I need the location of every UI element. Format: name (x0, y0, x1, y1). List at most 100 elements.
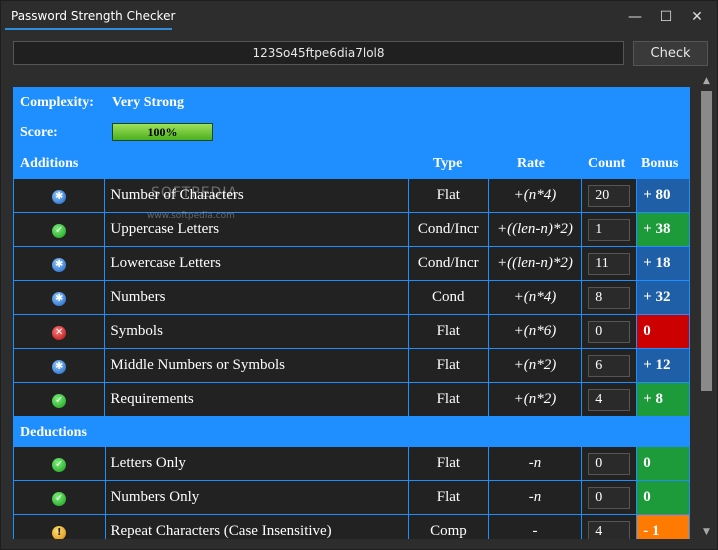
vertical-scrollbar[interactable]: ▲ ▼ (698, 73, 715, 541)
complexity-label: Complexity: (20, 95, 94, 110)
watermark-url: www.softpedia.com (147, 211, 235, 221)
scroll-up-icon[interactable]: ▲ (698, 73, 715, 90)
count-field[interactable]: 6 (588, 354, 631, 377)
additions-heading: Additions (20, 156, 79, 171)
bonus-value: 0 (636, 314, 690, 349)
criterion-type: Comp (408, 514, 489, 539)
plus-icon: ✱ (52, 360, 67, 374)
status-icon-cell: ! (13, 514, 106, 539)
criterion-name: Letters Only (104, 446, 410, 481)
check-icon: ✓ (52, 492, 67, 506)
count-cell: 0 (581, 480, 638, 515)
status-icon-cell: ✓ (13, 480, 106, 515)
criterion-type: Cond/Incr (407, 246, 489, 281)
check-button[interactable]: Check (633, 41, 708, 66)
table-row: ✱ Lowercase Letters Cond/Incr +((len-n)*2) 1… (13, 246, 690, 281)
x-icon: ✕ (52, 326, 67, 340)
type-column-header: Type (433, 156, 463, 171)
bonus-value: + 32 (636, 280, 690, 315)
bonus-value: + 38 (636, 212, 690, 247)
check-icon: ✓ (52, 394, 67, 408)
count-cell: 4 (581, 382, 638, 417)
bonus-value: + 80 (636, 178, 690, 213)
score-label: Score: (20, 125, 58, 140)
criterion-type: Flat (407, 178, 489, 213)
bonus-value: 0 (636, 480, 690, 515)
table-row: ! Repeat Characters (Case Insensitive) Com… (13, 514, 690, 539)
criterion-rate: -n (487, 446, 583, 481)
status-icon-cell: ✓ (13, 382, 106, 417)
maximize-button[interactable]: ☐ (652, 6, 680, 28)
status-icon-cell: ✱ (13, 280, 106, 315)
minimize-icon: — (628, 9, 642, 25)
count-field[interactable]: 0 (588, 486, 631, 509)
count-cell: 8 (581, 280, 638, 315)
criterion-type: Flat (408, 446, 489, 481)
rate-column-header: Rate (517, 156, 545, 171)
criterion-name: Middle Numbers or Symbols (104, 348, 409, 383)
bonus-value: + 8 (636, 382, 690, 417)
count-field[interactable]: 0 (588, 452, 631, 475)
count-field[interactable]: 4 (588, 520, 631, 539)
criterion-name: Repeat Characters (Case Insensitive) (104, 514, 410, 539)
criterion-type: Cond/Incr (407, 212, 489, 247)
results-panel: Complexity: Very Strong Score: 100% Addi… (13, 87, 690, 539)
status-icon-cell: ✓ (13, 212, 106, 247)
title-bar: Password Strength Checker — ☐ ✕ (1, 1, 717, 31)
scroll-thumb[interactable] (701, 91, 712, 391)
count-cell: 0 (581, 446, 638, 481)
count-field[interactable]: 1 (588, 218, 631, 241)
window-title: Password Strength Checker (11, 9, 176, 23)
criterion-name: Requirements (104, 382, 409, 417)
count-field[interactable]: 11 (588, 252, 631, 275)
criterion-rate: - (487, 514, 583, 539)
deductions-heading: Deductions (20, 425, 87, 440)
count-field[interactable]: 20 (588, 184, 631, 207)
table-row: ✱ Middle Numbers or Symbols Flat +(n*2) 6 + 1… (13, 348, 690, 383)
plus-icon: ✱ (52, 258, 67, 272)
close-button[interactable]: ✕ (683, 6, 711, 28)
minimize-button[interactable]: — (621, 6, 649, 28)
criterion-name: Lowercase Letters (104, 246, 409, 281)
criterion-rate: +(n*4) (487, 280, 583, 315)
score-value: 100% (147, 125, 178, 139)
criterion-name: Numbers (104, 280, 409, 315)
maximize-icon: ☐ (659, 9, 673, 25)
password-input[interactable]: 123So45ftpe6dia7lol8 (13, 41, 624, 65)
criterion-type: Flat (407, 314, 489, 349)
criterion-name: Numbers Only (104, 480, 410, 515)
bonus-value: + 12 (636, 348, 690, 383)
status-icon-cell: ✱ (13, 246, 106, 281)
table-row: ✓ Numbers Only Flat -n 0 0 (13, 480, 690, 515)
bonus-value: + 18 (636, 246, 690, 281)
table-row: ✕ Symbols Flat +(n*6) 0 0 (13, 314, 690, 349)
criterion-rate: +(n*4) (487, 178, 583, 213)
bonus-column-header: Bonus (641, 156, 679, 171)
table-row: ✓ Uppercase Letters Cond/Incr +((len-n)*2) 1… (13, 212, 690, 247)
app-window: Password Strength Checker — ☐ ✕ 123So45f… (0, 0, 718, 550)
close-icon: ✕ (691, 9, 703, 25)
title-underline (5, 28, 172, 30)
count-cell: 20 (581, 178, 638, 213)
count-cell: 6 (581, 348, 638, 383)
watermark-logo: SOFTPEDIA (151, 185, 239, 201)
count-cell: 11 (581, 246, 638, 281)
bonus-value: - 1 (636, 514, 690, 539)
criterion-rate: +(n*6) (487, 314, 583, 349)
table-row: ✓ Letters Only Flat -n 0 0 (13, 446, 690, 481)
scroll-down-icon[interactable]: ▼ (698, 524, 715, 541)
plus-icon: ✱ (52, 190, 67, 204)
count-field[interactable]: 8 (588, 286, 631, 309)
deductions-table: ✓ Letters Only Flat -n 0 0 ✓ Numbers Only Flat -n… (13, 446, 690, 539)
count-cell: 1 (581, 212, 638, 247)
criterion-rate: +(n*2) (487, 348, 583, 383)
criterion-rate: +((len-n)*2) (487, 212, 583, 247)
count-cell: 0 (581, 314, 638, 349)
count-field[interactable]: 4 (588, 388, 631, 411)
table-row: ✱ Number of Characters Flat +(n*4) 20 + 80 (13, 178, 690, 213)
check-icon: ✓ (52, 224, 67, 238)
count-field[interactable]: 0 (588, 320, 631, 343)
complexity-value: Very Strong (112, 95, 184, 110)
status-icon-cell: ✱ (13, 348, 106, 383)
table-row: ✓ Requirements Flat +(n*2) 4 + 8 (13, 382, 690, 417)
